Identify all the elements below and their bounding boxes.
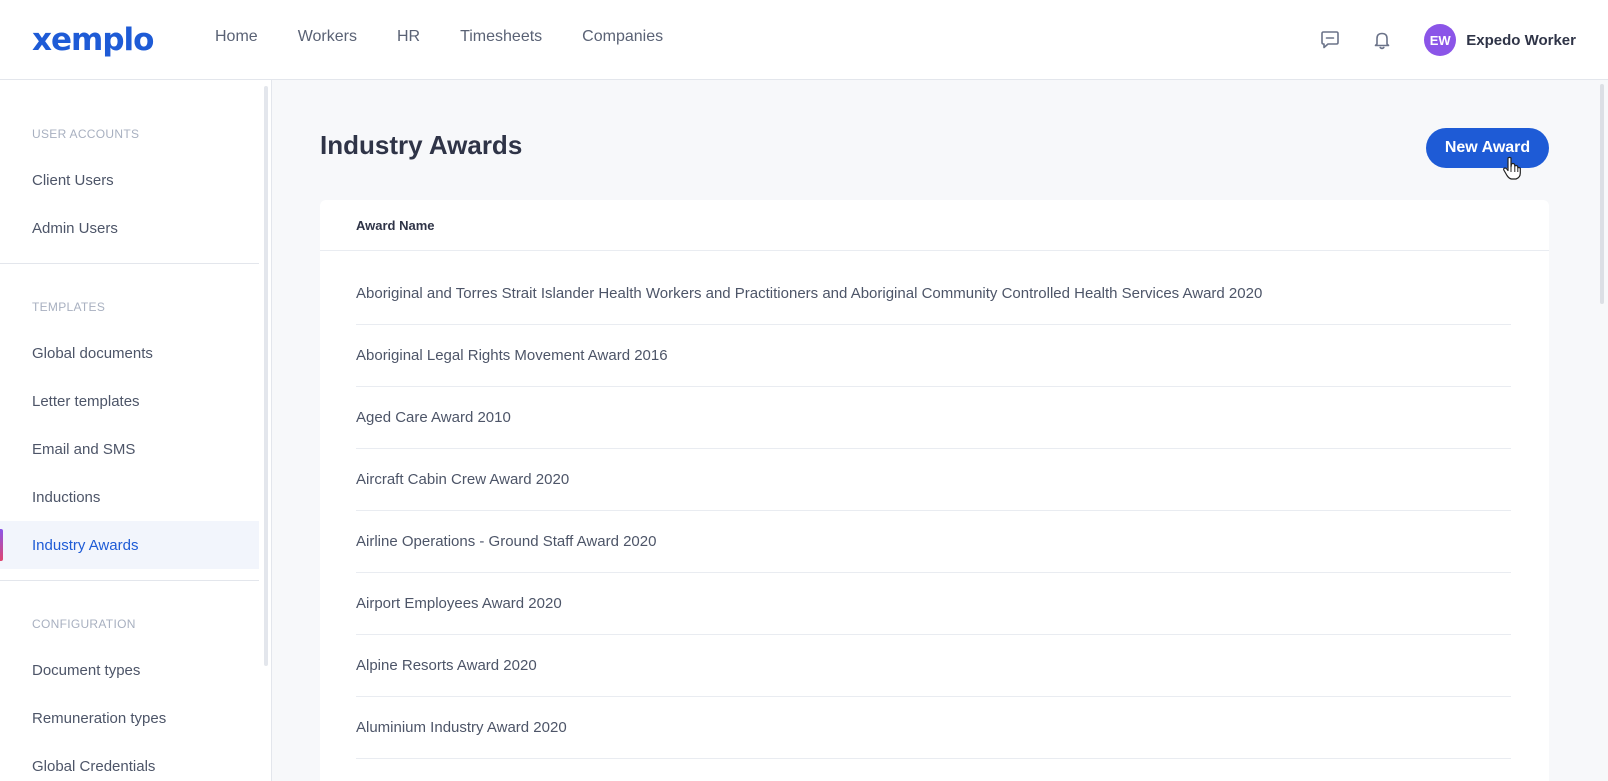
- main-nav: Home Workers HR Timesheets Companies: [215, 28, 663, 46]
- sidebar-scrollbar[interactable]: [264, 86, 268, 666]
- sidebar-item-global-documents[interactable]: Global documents: [0, 329, 259, 377]
- table-row[interactable]: Aircraft Cabin Crew Award 2020: [356, 449, 1511, 511]
- sidebar: USER ACCOUNTS Client Users Admin Users T…: [0, 80, 272, 781]
- sidebar-divider: [0, 263, 259, 264]
- new-award-button[interactable]: New Award: [1426, 128, 1549, 168]
- sidebar-divider: [0, 580, 259, 581]
- awards-table: Award Name Aboriginal and Torres Strait …: [320, 200, 1549, 781]
- logo-text: xemplo: [32, 22, 154, 58]
- section-label-user-accounts: USER ACCOUNTS: [32, 127, 140, 141]
- nav-workers[interactable]: Workers: [298, 28, 357, 46]
- sidebar-item-remuneration-types[interactable]: Remuneration types: [0, 694, 259, 742]
- sidebar-item-email-and-sms[interactable]: Email and SMS: [0, 425, 259, 473]
- table-row[interactable]: Aboriginal Legal Rights Movement Award 2…: [356, 325, 1511, 387]
- table-row[interactable]: Aged Care Award 2010: [356, 387, 1511, 449]
- table-row[interactable]: Airline Operations - Ground Staff Award …: [356, 511, 1511, 573]
- table-row[interactable]: Alpine Resorts Award 2020: [356, 635, 1511, 697]
- sidebar-item-document-types[interactable]: Document types: [0, 646, 259, 694]
- table-row[interactable]: Aluminium Industry Award 2020: [356, 697, 1511, 759]
- section-label-configuration: CONFIGURATION: [32, 617, 136, 631]
- bell-icon[interactable]: [1368, 26, 1396, 54]
- sidebar-item-letter-templates[interactable]: Letter templates: [0, 377, 259, 425]
- hand-pointer-icon: [1502, 156, 1522, 180]
- column-header-award-name[interactable]: Award Name: [356, 218, 435, 233]
- nav-companies[interactable]: Companies: [582, 28, 663, 46]
- table-row[interactable]: Aboriginal and Torres Strait Islander He…: [356, 263, 1511, 325]
- nav-timesheets[interactable]: Timesheets: [460, 28, 542, 46]
- table-row[interactable]: Airport Employees Award 2020: [356, 573, 1511, 635]
- chat-icon[interactable]: [1316, 26, 1344, 54]
- table-header: Award Name: [320, 200, 1549, 251]
- sidebar-item-admin-users[interactable]: Admin Users: [0, 204, 259, 252]
- sidebar-item-inductions[interactable]: Inductions: [0, 473, 259, 521]
- main-scrollbar[interactable]: [1600, 84, 1604, 304]
- sidebar-item-global-credentials[interactable]: Global Credentials: [0, 742, 259, 781]
- xemplo-logo[interactable]: xemplo: [32, 20, 154, 60]
- top-bar: xemplo Home Workers HR Timesheets Compan…: [0, 0, 1608, 80]
- section-label-templates: TEMPLATES: [32, 300, 106, 314]
- sidebar-item-industry-awards[interactable]: Industry Awards: [0, 521, 259, 569]
- nav-home[interactable]: Home: [215, 28, 258, 46]
- user-name[interactable]: Expedo Worker: [1466, 32, 1576, 49]
- sidebar-item-client-users[interactable]: Client Users: [0, 156, 259, 204]
- user-area: EW Expedo Worker: [1316, 20, 1576, 60]
- avatar[interactable]: EW: [1424, 24, 1457, 56]
- page-title: Industry Awards: [320, 130, 523, 160]
- nav-hr[interactable]: HR: [397, 28, 420, 46]
